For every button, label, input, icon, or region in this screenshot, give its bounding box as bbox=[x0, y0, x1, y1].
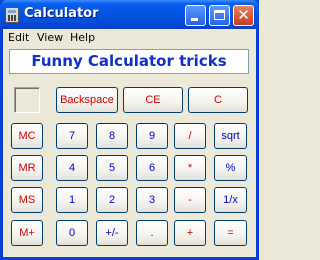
close-icon: ✕ bbox=[237, 6, 250, 24]
digit-5-button[interactable]: 5 bbox=[96, 155, 128, 181]
digit-7-button[interactable]: 7 bbox=[56, 123, 88, 149]
calculator-icon bbox=[5, 7, 19, 23]
memory-add-button[interactable]: M+ bbox=[11, 220, 43, 246]
backspace-button[interactable]: Backspace bbox=[56, 87, 118, 113]
digit-6-button[interactable]: 6 bbox=[136, 155, 168, 181]
digit-4-button[interactable]: 4 bbox=[56, 155, 88, 181]
maximize-button[interactable] bbox=[209, 5, 230, 26]
memory-indicator bbox=[14, 87, 40, 113]
calculator-body: Edit View Help Funny Calculator tricks B… bbox=[3, 29, 256, 257]
digit-2-button[interactable]: 2 bbox=[96, 187, 128, 213]
divide-button[interactable]: / bbox=[174, 123, 206, 149]
sqrt-button[interactable]: sqrt bbox=[214, 123, 247, 149]
equals-button[interactable]: = bbox=[214, 220, 247, 246]
memory-clear-button[interactable]: MC bbox=[11, 123, 43, 149]
menu-bar: Edit View Help bbox=[3, 29, 256, 46]
clear-button[interactable]: C bbox=[188, 87, 248, 113]
multiply-button[interactable]: * bbox=[174, 155, 206, 181]
digit-8-button[interactable]: 8 bbox=[96, 123, 128, 149]
reciprocal-button[interactable]: 1/x bbox=[214, 187, 247, 213]
memory-recall-button[interactable]: MR bbox=[11, 155, 43, 181]
minimize-button[interactable] bbox=[185, 5, 206, 26]
digit-3-button[interactable]: 3 bbox=[136, 187, 168, 213]
maximize-icon bbox=[214, 10, 225, 20]
clear-entry-button[interactable]: CE bbox=[123, 87, 183, 113]
display-field: Funny Calculator tricks bbox=[9, 49, 249, 74]
digit-1-button[interactable]: 1 bbox=[56, 187, 88, 213]
calculator-window: Calculator ✕ Edit View Help Funny Calcul… bbox=[0, 0, 259, 260]
title-bar[interactable]: Calculator ✕ bbox=[0, 0, 259, 29]
subtract-button[interactable]: - bbox=[174, 187, 206, 213]
menu-edit[interactable]: Edit bbox=[8, 31, 29, 44]
digit-9-button[interactable]: 9 bbox=[136, 123, 168, 149]
window-title: Calculator bbox=[24, 6, 99, 21]
add-button[interactable]: + bbox=[174, 220, 206, 246]
percent-button[interactable]: % bbox=[214, 155, 247, 181]
decimal-point-button[interactable]: . bbox=[136, 220, 168, 246]
close-button[interactable]: ✕ bbox=[233, 5, 254, 26]
digit-0-button[interactable]: 0 bbox=[56, 220, 88, 246]
minimize-icon bbox=[191, 18, 198, 21]
memory-store-button[interactable]: MS bbox=[11, 187, 43, 213]
sign-toggle-button[interactable]: +/- bbox=[96, 220, 128, 246]
menu-view[interactable]: View bbox=[37, 31, 63, 44]
menu-help[interactable]: Help bbox=[70, 31, 95, 44]
